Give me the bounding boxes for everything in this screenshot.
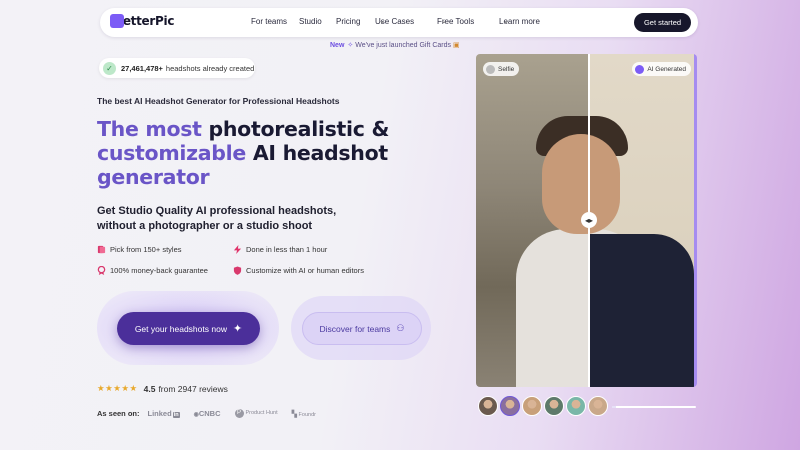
linkedin-logo: Linked in — [147, 409, 180, 418]
headline-text: photorealistic & — [208, 117, 390, 141]
chevron-down-icon: ⌄ — [503, 18, 509, 25]
lightning-icon — [233, 245, 242, 254]
rating[interactable]: ★★★★★ 4.5 from 2947 reviews — [97, 383, 228, 394]
gift-icon: ▣ — [452, 42, 460, 49]
team-icon: ⚇ — [396, 323, 405, 333]
avatar-thumbnail[interactable] — [522, 396, 542, 416]
product-hunt-logo: P Product Hunt — [234, 409, 278, 418]
logo-mark-icon — [110, 14, 124, 28]
discover-teams-button[interactable]: Discover for teams ⚇ — [302, 312, 422, 345]
chevron-down-icon: ⌄ — [379, 18, 385, 25]
carousel-progress — [612, 406, 696, 408]
badge-icon — [97, 266, 106, 275]
sparkle-icon: ✧ — [347, 42, 354, 49]
ai-generated-tag: AI Generated — [632, 62, 691, 76]
feature-item: 100% money-back guarantee — [97, 266, 208, 275]
person-jacket — [589, 234, 694, 387]
slider-handle-icon[interactable]: ◂▸ — [581, 212, 597, 228]
counter-value: 27,461,478+ — [121, 63, 163, 73]
announcement-text: We've just launched Gift Cards — [355, 42, 451, 49]
hero-headline: The most photorealistic & customizable A… — [97, 117, 427, 189]
avatar-thumbnail[interactable] — [566, 396, 586, 416]
get-started-button[interactable]: Get started — [634, 13, 691, 32]
avatar-thumbnail[interactable] — [588, 396, 608, 416]
avatar-thumbnail[interactable] — [544, 396, 564, 416]
hero-subtitle: The best AI Headshot Generator for Profe… — [97, 96, 340, 106]
ai-sparkle-icon — [635, 64, 645, 74]
styles-icon — [97, 245, 106, 254]
headshot-counter: ✓ 27,461,478+ headshots already created — [99, 58, 255, 78]
example-thumbnails — [478, 396, 610, 416]
get-headshots-button[interactable]: Get your headshots now ✦ — [117, 312, 260, 345]
chevron-down-icon: ⌄ — [441, 18, 447, 25]
top-navbar: BetterPic For teams Studio Pricing Use C… — [100, 8, 698, 37]
headline-accent: The most — [97, 117, 202, 141]
star-rating-icon: ★★★★★ — [97, 383, 138, 393]
headline-text: AI headshot — [252, 141, 388, 165]
as-seen-on-label: As seen on: — [97, 409, 140, 418]
shield-icon — [233, 266, 242, 275]
new-badge: New — [330, 42, 345, 49]
hero-tagline: Get Studio Quality AI professional heads… — [97, 205, 337, 232]
feature-item: Pick from 150+ styles — [97, 245, 181, 254]
headline-accent: customizable — [97, 141, 246, 165]
carousel-progress-fill — [612, 406, 617, 408]
headline-accent: generator — [97, 165, 210, 189]
feature-item: Done in less than 1 hour — [233, 245, 327, 254]
feature-item: Customize with AI or human editors — [233, 266, 364, 275]
counter-text: headshots already created — [165, 63, 255, 73]
before-after-comparison[interactable]: ◂▸ Selfie AI Generated — [476, 54, 697, 387]
selfie-tag: Selfie — [483, 62, 520, 76]
rating-score: 4.5 — [143, 383, 156, 394]
foundr-logo: ▚ Foundr — [291, 410, 316, 418]
camera-icon — [486, 64, 495, 74]
announcement-link[interactable]: New ✧ We've just launched Gift Cards ▣ — [330, 41, 460, 49]
sparkle-icon: ✦ — [232, 323, 243, 335]
checkmark-icon: ✓ — [103, 61, 116, 75]
logo[interactable]: BetterPic — [110, 14, 174, 28]
avatar-thumbnail[interactable] — [478, 396, 498, 416]
rating-text: from 2947 reviews — [158, 383, 228, 394]
cnbc-logo: ◉CNBC — [193, 409, 221, 418]
avatar-thumbnail[interactable] — [500, 396, 520, 416]
as-seen-on: As seen on: Linked in ◉CNBC P Product Hunt… — [97, 409, 330, 418]
